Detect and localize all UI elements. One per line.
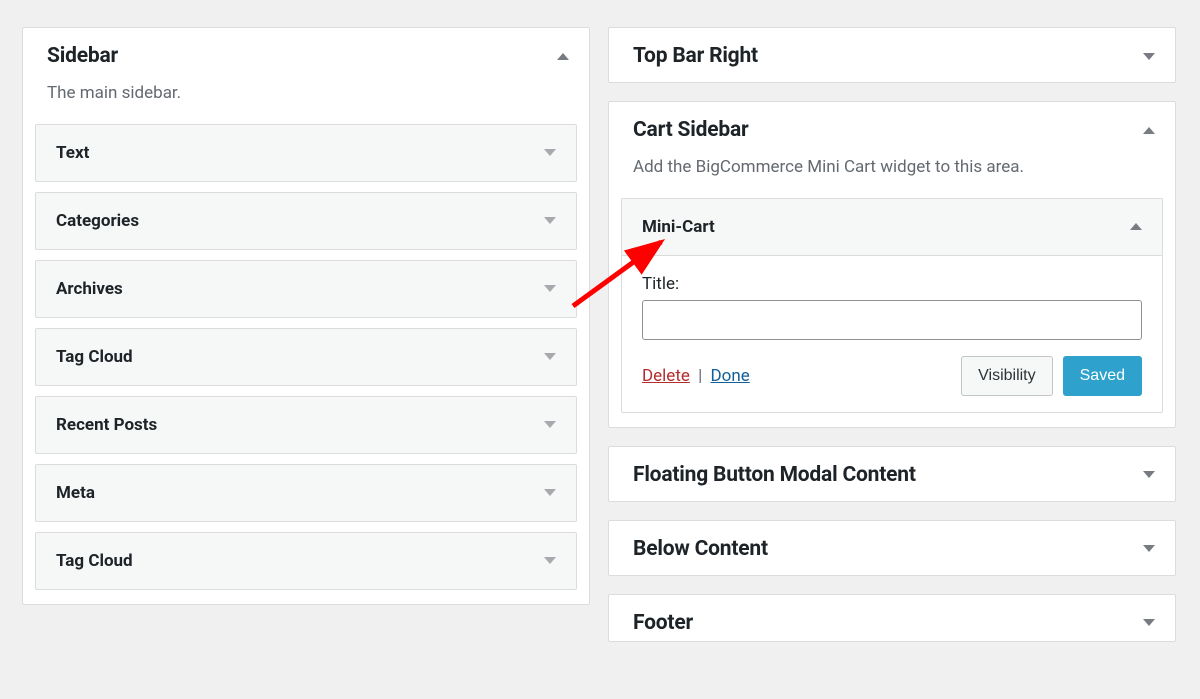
caret-up-icon [557,53,569,60]
caret-down-icon [544,353,556,360]
footer-title: Footer [633,611,693,635]
sidebar-area-header[interactable]: Sidebar [23,28,589,82]
floating-button-title: Floating Button Modal Content [633,463,916,487]
cart-sidebar-header[interactable]: Cart Sidebar [609,102,1175,156]
saved-button[interactable]: Saved [1063,356,1142,396]
widget-label: Text [56,143,89,163]
floating-button-header[interactable]: Floating Button Modal Content [609,447,1175,501]
widget-label: Meta [56,483,95,503]
mini-cart-title-label: Title: [642,274,679,294]
caret-down-icon [544,149,556,156]
widget-label: Tag Cloud [56,347,133,367]
done-link[interactable]: Done [711,366,750,386]
caret-down-icon [544,285,556,292]
mini-cart-title: Mini-Cart [642,217,715,237]
footer-panel: Footer [608,594,1176,642]
sidebar-area-panel: Sidebar The main sidebar. Text Categorie… [22,27,590,605]
caret-down-icon [544,421,556,428]
widget-tag-cloud-1[interactable]: Tag Cloud [35,328,577,386]
widget-recent-posts[interactable]: Recent Posts [35,396,577,454]
below-content-title: Below Content [633,537,768,561]
caret-up-icon [1143,127,1155,134]
caret-down-icon [1143,53,1155,60]
widget-tag-cloud-2[interactable]: Tag Cloud [35,532,577,590]
footer-header[interactable]: Footer [609,595,1175,641]
caret-down-icon [544,489,556,496]
top-bar-right-panel: Top Bar Right [608,27,1176,83]
caret-down-icon [544,217,556,224]
mini-cart-left-actions: Delete | Done [642,366,750,386]
visibility-button[interactable]: Visibility [961,356,1053,396]
widget-text[interactable]: Text [35,124,577,182]
mini-cart-title-input[interactable] [642,300,1142,340]
action-separator: | [698,366,702,386]
sidebar-widget-list: Text Categories Archives [23,124,589,604]
below-content-header[interactable]: Below Content [609,521,1175,575]
mini-cart-widget: Mini-Cart Title: Delete | Done [621,198,1163,413]
caret-down-icon [544,557,556,564]
caret-up-icon [1130,223,1142,230]
widget-categories[interactable]: Categories [35,192,577,250]
caret-down-icon [1143,619,1155,626]
floating-button-panel: Floating Button Modal Content [608,446,1176,502]
widget-label: Archives [56,279,123,299]
cart-sidebar-description: Add the BigCommerce Mini Cart widget to … [609,156,1175,198]
widget-label: Tag Cloud [56,551,133,571]
widget-label: Recent Posts [56,415,157,435]
cart-sidebar-title: Cart Sidebar [633,118,749,142]
top-bar-right-title: Top Bar Right [633,44,758,68]
widget-meta[interactable]: Meta [35,464,577,522]
caret-down-icon [1143,471,1155,478]
sidebar-area-description: The main sidebar. [23,82,589,124]
delete-link[interactable]: Delete [642,366,690,386]
widget-label: Categories [56,211,139,231]
widget-archives[interactable]: Archives [35,260,577,318]
cart-sidebar-panel: Cart Sidebar Add the BigCommerce Mini Ca… [608,101,1176,428]
below-content-panel: Below Content [608,520,1176,576]
mini-cart-header[interactable]: Mini-Cart [622,199,1162,256]
sidebar-area-title: Sidebar [47,44,118,68]
caret-down-icon [1143,545,1155,552]
top-bar-right-header[interactable]: Top Bar Right [609,28,1175,82]
